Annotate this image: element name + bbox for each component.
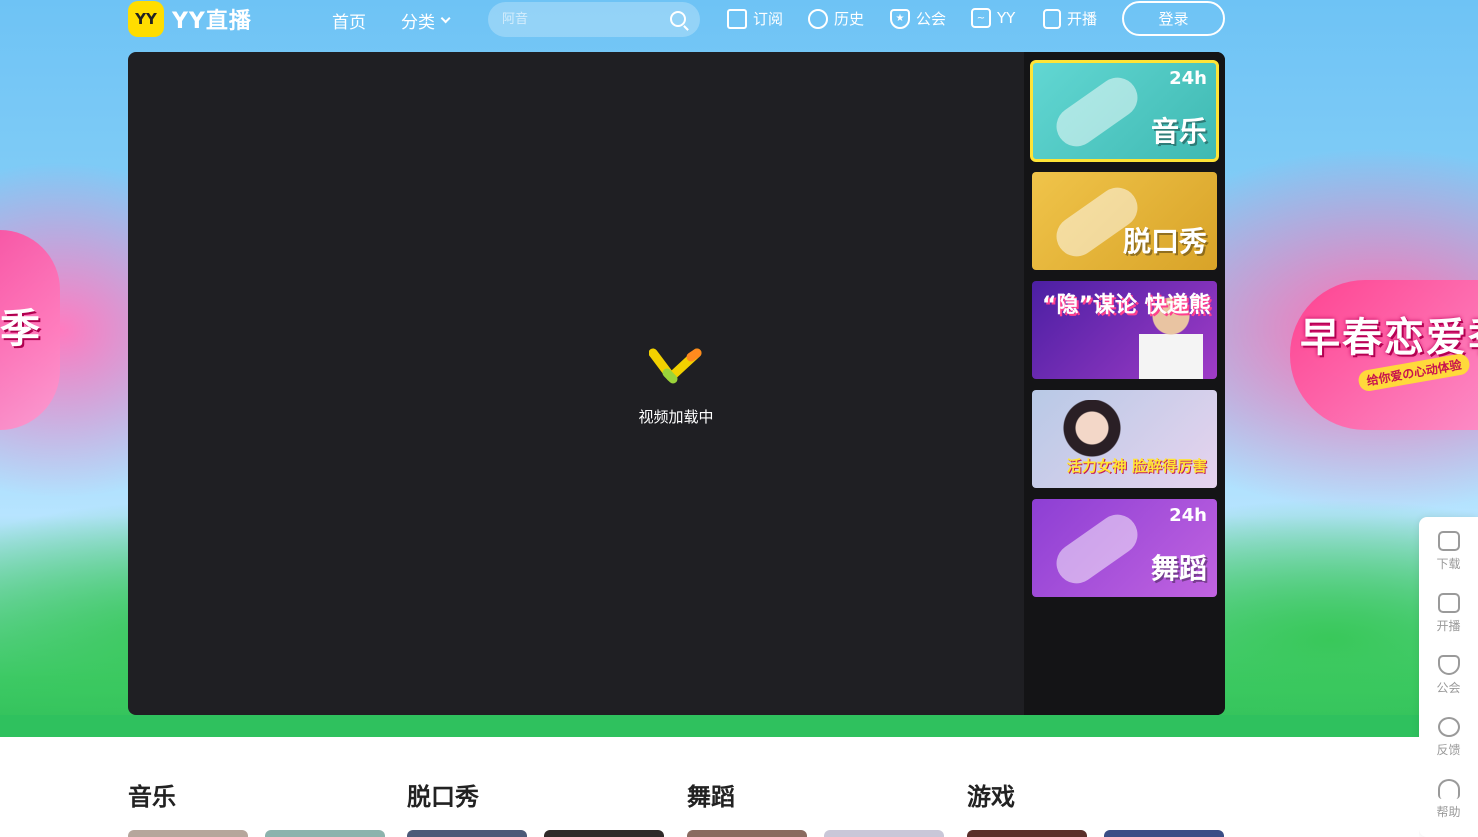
yy-button[interactable]: ~ YY <box>971 8 1015 28</box>
category-title-games[interactable]: 游戏 <box>967 777 1015 812</box>
stream-thumbnail[interactable] <box>824 830 944 837</box>
chevron-down-icon <box>440 13 451 24</box>
subscribe-button[interactable]: 订阅 <box>727 8 783 29</box>
category-title-music[interactable]: 音乐 <box>128 777 176 812</box>
shield-icon <box>1437 655 1460 675</box>
loading-text: 视频加载中 <box>638 408 714 426</box>
card-label: 活力女神 脸醉得厉害 <box>1066 456 1207 475</box>
float-live-label: 开播 <box>1436 619 1461 633</box>
stream-thumbnail[interactable] <box>1104 830 1224 837</box>
card-label: “隐”谋论 快递熊 <box>1042 293 1211 318</box>
stream-thumbnail[interactable] <box>687 830 807 837</box>
nav-home[interactable]: 首页 <box>332 8 366 33</box>
channel-card-music[interactable]: 24h 音乐 <box>1030 60 1219 162</box>
card-label: 音乐 <box>1150 115 1207 148</box>
left-banner-text: 季 <box>0 306 40 352</box>
card-label: 舞蹈 <box>1150 552 1207 585</box>
channel-card-show[interactable]: “隐”谋论 快递熊 <box>1032 281 1217 379</box>
history-label: 历史 <box>834 10 865 28</box>
feedback-label: 反馈 <box>1436 743 1461 757</box>
category-title-talkshow[interactable]: 脱口秀 <box>407 777 479 812</box>
help-button[interactable]: 帮助 <box>1419 779 1478 820</box>
nav-category[interactable]: 分类 <box>401 8 451 33</box>
chat-bubble-icon <box>1437 717 1460 737</box>
category-section: 音乐 脱口秀 舞蹈 游戏 <box>0 737 1419 837</box>
stream-thumbnail[interactable] <box>407 830 527 837</box>
feedback-button[interactable]: 反馈 <box>1419 717 1478 758</box>
float-guild-label: 公会 <box>1436 681 1461 695</box>
card-badge: 24h <box>1169 68 1207 89</box>
channel-card-talkshow[interactable]: 脱口秀 <box>1032 172 1217 270</box>
guild-button[interactable]: ★ 公会 <box>890 8 946 29</box>
headset-icon <box>1437 779 1460 799</box>
clock-icon <box>808 8 828 29</box>
float-guild-button[interactable]: 公会 <box>1419 655 1478 696</box>
video-player: 视频加载中 24h 音乐 脱口秀 “隐”谋论 快递熊 活力女神 脸醉得厉害 24… <box>128 52 1225 715</box>
video-area[interactable]: 视频加载中 <box>128 52 1024 715</box>
stream-thumbnail[interactable] <box>265 830 385 837</box>
bookmark-icon <box>727 8 747 29</box>
loading-logo-icon <box>649 348 702 384</box>
channel-card-streamer[interactable]: 活力女神 脸醉得厉害 <box>1032 390 1217 488</box>
site-logo[interactable]: YY YY直播 <box>128 1 252 37</box>
start-live-label: 开播 <box>1067 10 1098 28</box>
category-title-dance[interactable]: 舞蹈 <box>687 777 735 812</box>
video-camera-icon <box>1437 593 1460 613</box>
stream-thumbnail[interactable] <box>544 830 664 837</box>
start-live-button[interactable]: 开播 <box>1043 8 1097 29</box>
logo-text: YY直播 <box>172 9 252 34</box>
search-input[interactable] <box>488 2 658 37</box>
yy-label: YY <box>997 9 1016 27</box>
floating-toolbar: 下载 开播 公会 反馈 帮助 <box>1419 517 1478 837</box>
top-header: YY YY直播 首页 分类 订阅 历史 ★ 公会 ~ YY 开播 登录 <box>0 0 1478 40</box>
stream-thumbnail[interactable] <box>128 830 248 837</box>
float-live-button[interactable]: 开播 <box>1419 593 1478 634</box>
yy-app-icon: ~ <box>971 8 991 28</box>
download-button[interactable]: 下载 <box>1419 531 1478 572</box>
help-label: 帮助 <box>1436 805 1461 819</box>
card-label: 脱口秀 <box>1122 225 1207 258</box>
search-icon[interactable] <box>670 11 686 27</box>
shield-icon: ★ <box>890 8 910 29</box>
channel-card-dance[interactable]: 24h 舞蹈 <box>1032 499 1217 597</box>
channel-side-panel: 24h 音乐 脱口秀 “隐”谋论 快递熊 活力女神 脸醉得厉害 24h 舞蹈 <box>1024 52 1225 715</box>
keyboard-graphic-icon <box>1048 69 1146 155</box>
login-button[interactable]: 登录 <box>1122 1 1225 36</box>
download-icon <box>1437 531 1460 551</box>
subscribe-label: 订阅 <box>753 10 784 28</box>
video-camera-icon <box>1043 8 1061 29</box>
hero-grass-strip <box>0 715 1478 737</box>
history-button[interactable]: 历史 <box>808 8 864 29</box>
nav-category-label: 分类 <box>401 13 435 33</box>
dance-graphic-icon <box>1048 506 1146 592</box>
stream-thumbnail[interactable] <box>967 830 1087 837</box>
guild-label: 公会 <box>916 10 947 28</box>
card-badge: 24h <box>1169 505 1207 526</box>
download-label: 下载 <box>1436 557 1461 571</box>
search-box <box>488 2 700 37</box>
logo-mark-icon: YY <box>128 1 164 37</box>
